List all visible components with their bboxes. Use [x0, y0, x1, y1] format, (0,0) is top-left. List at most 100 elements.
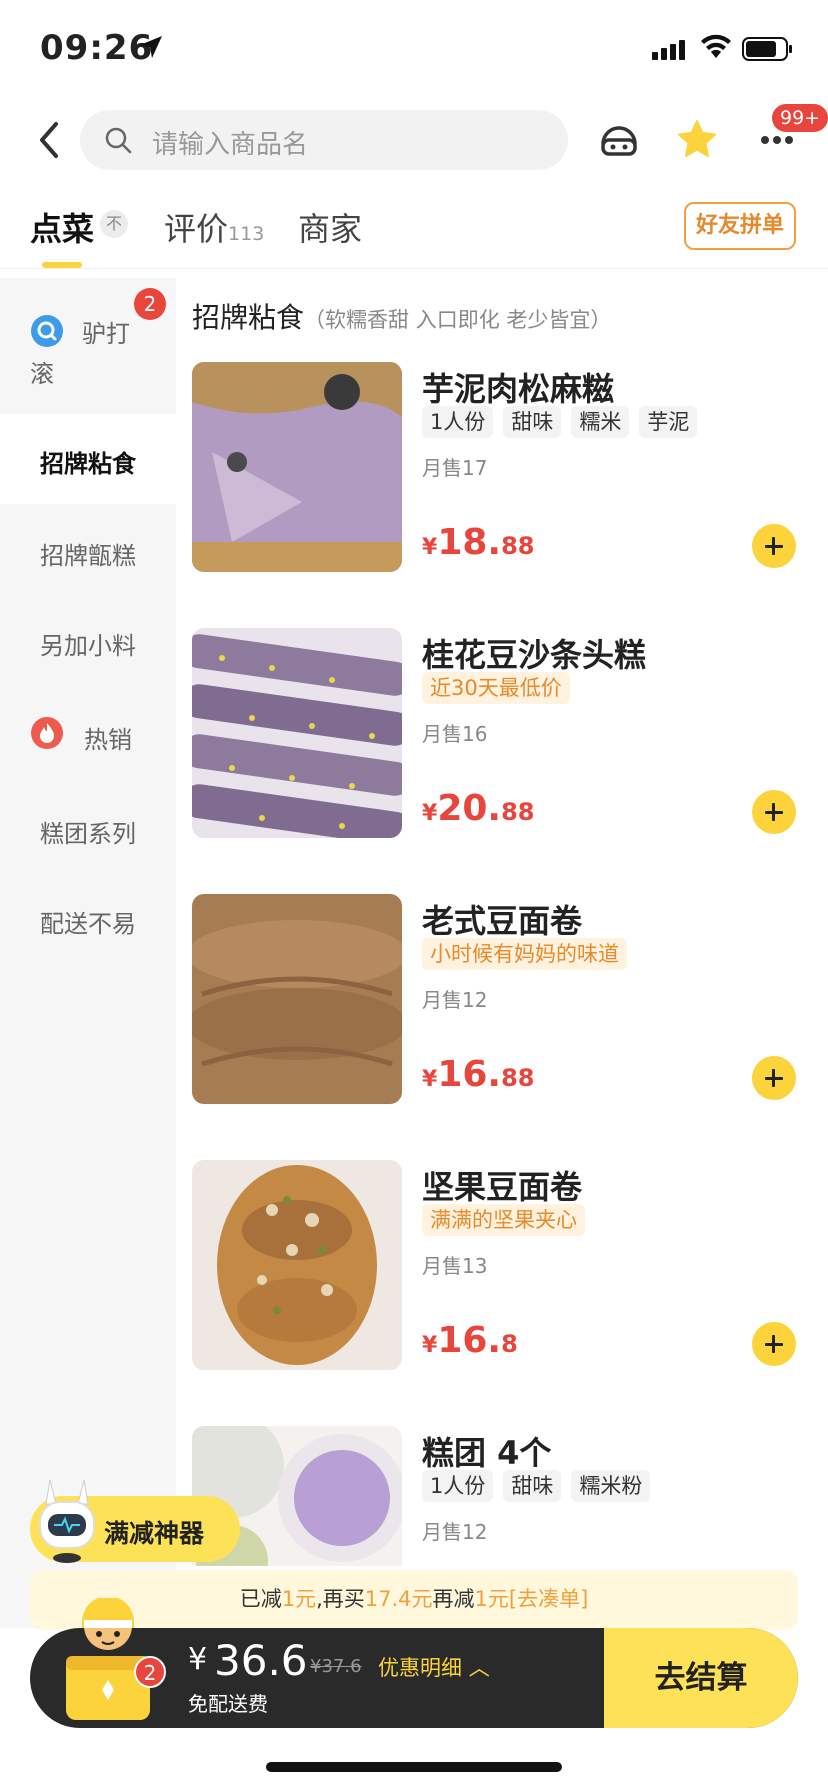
sidebar-item-label: 招牌粘食: [40, 450, 136, 478]
search-placeholder: 请输入商品名: [152, 130, 309, 160]
promo-tag: 满满的坚果夹心: [422, 1204, 585, 1236]
price-decimal: 88: [501, 532, 535, 560]
discount-helper-button[interactable]: 满减神器: [30, 1479, 240, 1563]
sidebar-item-label: 另加小料: [40, 632, 136, 660]
cart-count-badge: 2: [134, 1656, 166, 1688]
product-tag: 糯米粉: [571, 1470, 651, 1502]
review-count: 113: [228, 223, 265, 245]
battery-icon: [742, 37, 792, 61]
sidebar-item-label: 热销: [84, 726, 132, 754]
product-tags: 1人份 甜味 糯米粉: [422, 1470, 660, 1502]
tab-label: 商家: [298, 210, 363, 248]
cellular-signal-icon: [652, 40, 685, 60]
tab-label: 点菜: [30, 210, 95, 248]
home-indicator: [266, 1762, 562, 1772]
status-time: 09:26: [40, 28, 154, 68]
notice-text: 已减: [239, 1587, 282, 1611]
sidebar-item-lvdagun[interactable]: 驴打滚 2: [0, 278, 176, 414]
sidebar-item-delivery-note[interactable]: 配送不易: [0, 874, 176, 964]
tab-order[interactable]: 点菜: [30, 204, 94, 250]
location-arrow-icon: [140, 36, 162, 58]
wifi-icon: [701, 34, 731, 58]
product-card[interactable]: 糕团 4个 1人份 甜味 糯米粉 月售12: [192, 1426, 828, 1566]
tab-label: 评价: [164, 210, 229, 248]
checkout-button[interactable]: 去结算: [604, 1628, 798, 1728]
sidebar-item-label: 配送不易: [40, 910, 136, 938]
notice-value: 1元: [474, 1587, 509, 1611]
sidebar-item-label: 招牌甑糕: [40, 542, 136, 570]
add-to-cart-button[interactable]: [752, 790, 796, 834]
price-decimal: 88: [501, 1064, 535, 1092]
price-decimal: 88: [501, 798, 535, 826]
favorite-star-icon[interactable]: [676, 118, 718, 160]
currency-symbol: ¥: [422, 1333, 438, 1358]
discount-helper-label: 满减神器: [104, 1519, 205, 1548]
price-integer: 18.: [437, 522, 502, 563]
flame-icon: [31, 717, 63, 749]
product-name: 桂花豆沙条头糕: [422, 636, 647, 674]
discount-detail-link[interactable]: 优惠明细 ︿: [378, 1652, 490, 1682]
product-card[interactable]: 老式豆面卷 小时候有妈妈的味道 月售12 ¥16.88: [192, 894, 828, 1104]
category-name: 招牌粘食: [192, 301, 305, 334]
price-integer: 16.: [437, 1054, 502, 1095]
add-to-cart-button[interactable]: [752, 524, 796, 568]
product-price: ¥20.88: [422, 788, 535, 829]
discount-detail-label: 优惠明细: [378, 1656, 462, 1680]
back-icon[interactable]: [30, 118, 70, 162]
product-price: ¥18.88: [422, 522, 535, 563]
product-tags: 1人份 甜味 糯米 芋泥: [422, 406, 707, 438]
cart-original-price: ¥37.6: [310, 1656, 362, 1677]
sidebar-item-label: 驴打滚: [30, 320, 130, 388]
product-tag: 甜味: [503, 406, 562, 438]
go-add-more-link[interactable]: [去凑单]: [509, 1587, 588, 1611]
product-price: ¥16.88: [422, 1054, 535, 1095]
notice-text: 再减: [432, 1587, 475, 1611]
category-desc: （软糯香甜 入口即化 老少皆宜）: [304, 308, 612, 332]
product-image[interactable]: [192, 1160, 402, 1370]
monthly-sales: 月售13: [422, 1254, 488, 1278]
product-image[interactable]: [192, 894, 402, 1104]
product-name: 坚果豆面卷: [422, 1168, 583, 1206]
category-title: 招牌粘食（软糯香甜 入口即化 老少皆宜）: [192, 296, 611, 336]
notice-text: ,再买: [316, 1587, 365, 1611]
product-price: ¥16.8: [422, 1320, 518, 1361]
tab-merchant[interactable]: 商家: [298, 204, 362, 250]
product-card[interactable]: 桂花豆沙条头糕 近30天最低价 月售16 ¥20.88: [192, 628, 828, 838]
product-tag: 甜味: [503, 1470, 562, 1502]
search-icon: [105, 127, 132, 154]
more-badge: 99+: [772, 104, 828, 132]
divider: [0, 268, 828, 269]
product-tag: 1人份: [422, 1470, 494, 1502]
cart-currency: ¥: [188, 1642, 208, 1677]
free-delivery-label: 免配送费: [188, 1692, 268, 1716]
friend-group-order-button[interactable]: 好友拼单: [684, 202, 796, 250]
category-sidebar: 驴打滚 2 招牌粘食 招牌甑糕 另加小料 热销 糕团系列 配送不易: [0, 278, 176, 1628]
search-input[interactable]: 请输入商品名: [80, 110, 568, 170]
product-name: 芋泥肉松麻糍: [422, 370, 615, 408]
robot-mascot-icon: [39, 1479, 95, 1563]
monthly-sales: 月售17: [422, 456, 488, 480]
product-name: 老式豆面卷: [422, 902, 583, 940]
sidebar-item-hot-sale[interactable]: 热销: [0, 684, 176, 784]
currency-symbol: ¥: [422, 1067, 438, 1092]
add-to-cart-button[interactable]: [752, 1322, 796, 1366]
customer-service-icon[interactable]: [598, 118, 640, 160]
sidebar-item-extra-toppings[interactable]: 另加小料: [0, 594, 176, 684]
app-root: 09:26 请输入商品名 99+ 点菜 不 评价113 商家 好友拼单 驴打滚 …: [0, 0, 828, 1792]
sidebar-item-gaotuan-series[interactable]: 糕团系列: [0, 784, 176, 874]
tab-reviews[interactable]: 评价113: [164, 204, 264, 250]
product-tag: 糯米: [571, 406, 630, 438]
sidebar-item-zhaopai-zenggao[interactable]: 招牌甑糕: [0, 504, 176, 594]
product-card[interactable]: 坚果豆面卷 满满的坚果夹心 月售13 ¥16.8: [192, 1160, 828, 1370]
product-image[interactable]: [192, 628, 402, 838]
sidebar-item-label: 糕团系列: [40, 820, 136, 848]
monthly-sales: 月售12: [422, 988, 488, 1012]
product-tag: 1人份: [422, 406, 494, 438]
product-image[interactable]: [192, 362, 402, 572]
promo-tag: 小时候有妈妈的味道: [422, 938, 627, 970]
monthly-sales: 月售12: [422, 1520, 488, 1544]
add-to-cart-button[interactable]: [752, 1056, 796, 1100]
price-decimal: 8: [501, 1330, 518, 1358]
product-card[interactable]: 芋泥肉松麻糍 1人份 甜味 糯米 芋泥 月售17 ¥18.88: [192, 362, 828, 572]
sidebar-item-zhaopai-nianshi[interactable]: 招牌粘食: [0, 414, 176, 504]
